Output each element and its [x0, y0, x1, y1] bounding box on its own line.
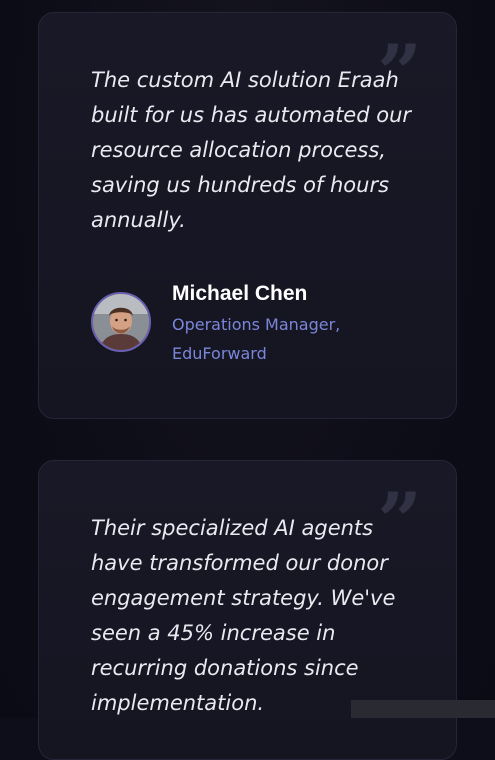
testimonial-author: Michael Chen Operations Manager, EduForw… [91, 279, 372, 368]
avatar [91, 292, 151, 352]
testimonial-quote: The custom AI solution Eraah built for u… [91, 68, 412, 232]
author-info: Michael Chen Operations Manager, EduForw… [172, 279, 372, 368]
author-role: Operations Manager, EduForward [172, 315, 341, 363]
testimonials-section: ” The custom AI solution Eraah built for… [0, 0, 495, 760]
testimonial-card: ” The custom AI solution Eraah built for… [38, 12, 457, 419]
avatar-portrait-icon [93, 294, 149, 350]
overlay-widget[interactable] [351, 700, 495, 718]
author-name: Michael Chen [172, 282, 308, 305]
testimonial-quote: Their specialized AI agents have transfo… [91, 516, 396, 715]
